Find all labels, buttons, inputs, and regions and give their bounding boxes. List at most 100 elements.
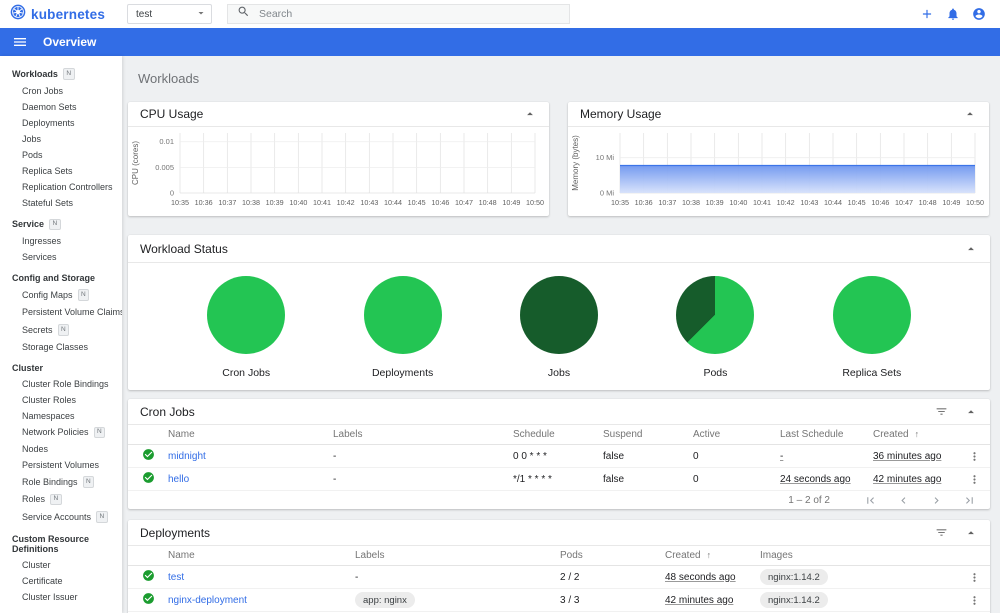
sidebar-item-cluster-roles[interactable]: Cluster Roles (0, 392, 122, 408)
column-header-active[interactable]: Active (693, 429, 780, 440)
collapse-card-button[interactable] (523, 107, 537, 121)
svg-text:10:37: 10:37 (218, 198, 236, 207)
sidebar-item-persistent-volumes[interactable]: Persistent Volumes (0, 457, 122, 473)
sidebar-item-services[interactable]: Services (0, 249, 122, 265)
pie-label: Cron Jobs (222, 367, 271, 379)
table-row: hello - */1 * * * * false 0 24 seconds ago 42 … (128, 468, 990, 491)
kubernetes-wheel-icon (10, 4, 26, 25)
status-cell (128, 569, 168, 585)
column-header-last-schedule[interactable]: Last Schedule (780, 429, 873, 440)
column-header-created[interactable]: Created ↑ (665, 550, 760, 561)
sidebar-item-daemon-sets[interactable]: Daemon Sets (0, 99, 122, 115)
sidebar-section-custom-resource-definitions: Custom Resource Definitions (12, 533, 90, 554)
column-header-name[interactable]: Name (168, 429, 333, 440)
sidebar-item-network-policies[interactable]: Network Policies N (0, 424, 122, 442)
sidebar-item-pods[interactable]: Pods (0, 147, 122, 163)
sidebar-item-role-bindings[interactable]: Role Bindings N (0, 473, 122, 491)
sidebar-item-deployments[interactable]: Deployments (0, 115, 122, 131)
sidebar-item-cluster[interactable]: Cluster (0, 557, 122, 573)
namespace-selector[interactable]: test (127, 4, 212, 24)
deployment-link[interactable]: test (168, 572, 184, 583)
check-circle-icon (142, 569, 155, 585)
svg-text:10:45: 10:45 (408, 198, 426, 207)
collapse-card-button[interactable] (964, 526, 978, 540)
notifications-button[interactable] (946, 7, 960, 21)
column-header-pods[interactable]: Pods (560, 550, 665, 561)
top-actions (920, 7, 1000, 21)
filter-icon[interactable] (935, 526, 948, 539)
first-page-button[interactable] (864, 494, 877, 507)
sidebar-item-replication-controllers[interactable]: Replication Controllers (0, 179, 122, 195)
sidebar-item-replica-sets[interactable]: Replica Sets (0, 163, 122, 179)
sidebar-item-certificate[interactable]: Certificate (0, 573, 122, 589)
svg-text:10:48: 10:48 (479, 198, 497, 207)
column-header-labels[interactable]: Labels (355, 550, 560, 561)
schedule-cell: 0 0 * * * (513, 450, 547, 462)
row-menu-button[interactable] (968, 571, 981, 584)
filter-icon[interactable] (935, 405, 948, 418)
column-header-labels[interactable]: Labels (333, 429, 513, 440)
pie-chart-pods (676, 276, 755, 354)
sidebar-item-ingresses[interactable]: Ingresses (0, 233, 122, 249)
collapse-card-button[interactable] (964, 405, 978, 419)
column-header-name[interactable]: Name (168, 550, 355, 561)
sidebar-item-storage-classes[interactable]: Storage Classes (0, 339, 122, 355)
row-menu-button[interactable] (968, 594, 981, 607)
user-account-button[interactable] (972, 7, 986, 21)
sidebar-item-namespaces[interactable]: Namespaces (0, 408, 122, 424)
table-header-row: Name Labels Schedule Suspend Active Last Sche… (128, 425, 990, 445)
cpu-usage-title: CPU Usage (140, 107, 204, 121)
column-header-created[interactable]: Created ↑ (873, 429, 958, 440)
sidebar-section-workloads: Workloads N (0, 64, 122, 83)
collapse-card-button[interactable] (963, 107, 977, 121)
cron-jobs-table: Name Labels Schedule Suspend Active Last Sche… (128, 425, 990, 491)
name-cell: test (168, 572, 355, 583)
main-content: Workloads CPU Usage 0 0.005 0.01 10:35 10:36… (122, 56, 1000, 613)
cron-job-link[interactable]: hello (168, 474, 189, 485)
table-pagination: 1 – 2 of 2 (128, 491, 990, 509)
check-circle-icon (142, 592, 155, 608)
column-header-suspend[interactable]: Suspend (603, 429, 693, 440)
sidebar-item-secrets[interactable]: Secrets N (0, 321, 122, 339)
svg-text:10:47: 10:47 (455, 198, 473, 207)
image-chip: nginx:1.14.2 (760, 569, 828, 585)
image-chip: nginx:1.14.2 (760, 592, 828, 608)
previous-page-button[interactable] (897, 494, 910, 507)
column-header-schedule[interactable]: Schedule (513, 429, 603, 440)
sidebar-item-persistent-volume-claims[interactable]: Persistent Volume ClaimsN (0, 304, 122, 322)
sidebar-item-stateful-sets[interactable]: Stateful Sets (0, 195, 122, 211)
create-resource-button[interactable] (920, 7, 934, 21)
sidebar-item-service-accounts[interactable]: Service Accounts N (0, 508, 122, 526)
workload-status-card: Workload Status Cron Jobs Deployments Jobs… (128, 235, 990, 390)
search-bar[interactable] (227, 4, 570, 24)
row-menu-button[interactable] (968, 450, 981, 463)
pods-cell: 2 / 2 (560, 571, 580, 583)
sidebar-item-nodes[interactable]: Nodes (0, 441, 122, 457)
row-menu-button[interactable] (968, 473, 981, 486)
actions-cell (958, 473, 990, 486)
namespace-value: test (136, 8, 153, 20)
cpu-usage-chart: 0 0.005 0.01 10:35 10:36 10:37 10:38 10:39 10:40… (131, 133, 544, 207)
sidebar-item-cluster-role-bindings[interactable]: Cluster Role Bindings (0, 376, 122, 392)
pagination-range-label: 1 – 2 of 2 (788, 494, 830, 506)
next-page-button[interactable] (930, 494, 943, 507)
sidebar-item-roles[interactable]: Roles N (0, 491, 122, 509)
column-header-images[interactable]: Images (760, 550, 958, 561)
cron-job-link[interactable]: midnight (168, 451, 206, 462)
svg-text:10:42: 10:42 (337, 198, 355, 207)
search-input[interactable] (259, 8, 560, 20)
menu-button[interactable] (12, 34, 28, 50)
pie-label: Deployments (371, 367, 434, 379)
kubernetes-logo[interactable]: kubernetes (10, 4, 127, 25)
svg-text:10:40: 10:40 (729, 198, 747, 207)
sidebar-item-cron-jobs[interactable]: Cron Jobs (0, 83, 122, 99)
svg-text:10 Mi: 10 Mi (596, 153, 615, 162)
last-page-button[interactable] (963, 494, 976, 507)
pie-chart-replica-sets (832, 276, 911, 354)
collapse-card-button[interactable] (964, 242, 978, 256)
sidebar-item-jobs[interactable]: Jobs (0, 131, 122, 147)
namespaced-badge: N (96, 511, 108, 523)
sidebar-item-cluster-issuer[interactable]: Cluster Issuer (0, 589, 122, 605)
deployment-link[interactable]: nginx-deployment (168, 595, 247, 606)
sidebar-item-config-maps[interactable]: Config Maps N (0, 286, 122, 304)
